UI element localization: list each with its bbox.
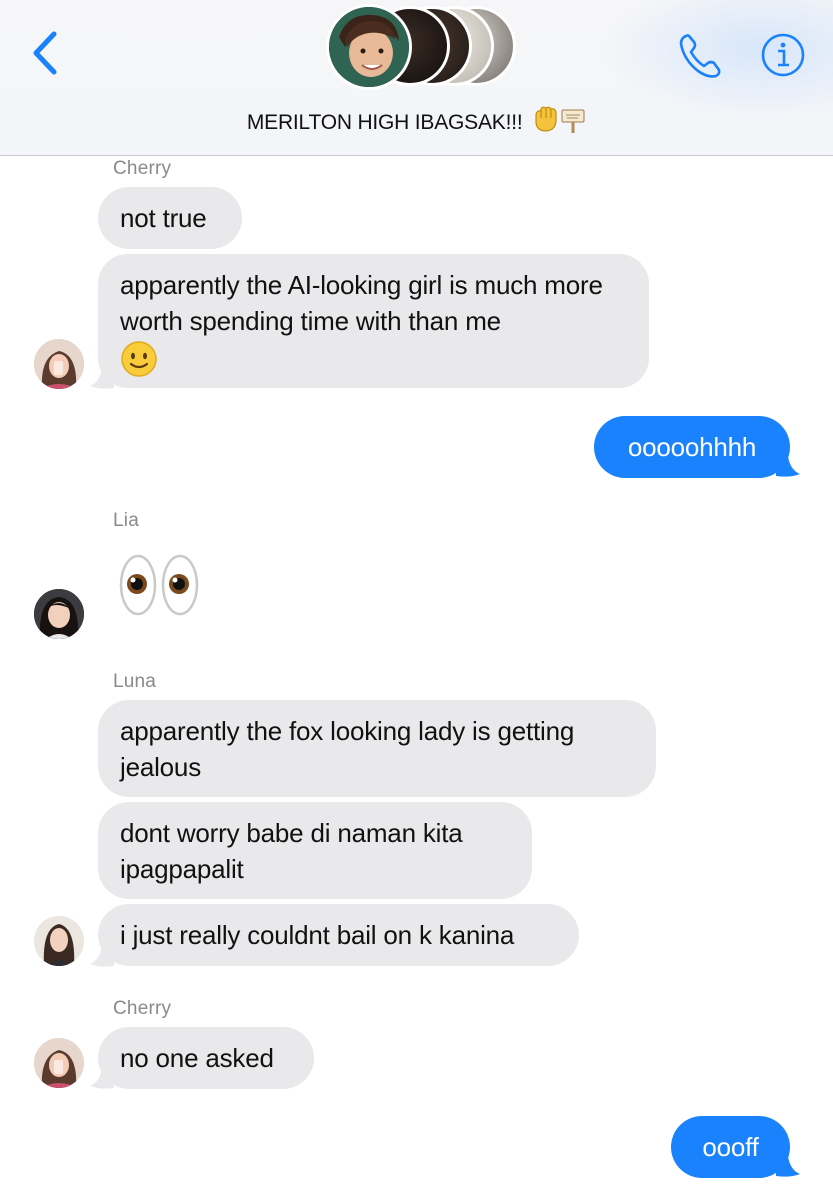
avatar-photo-icon <box>34 339 84 389</box>
group-avatar-stack[interactable] <box>326 4 516 92</box>
cherry-avatar[interactable] <box>34 339 84 389</box>
back-button[interactable] <box>28 28 68 78</box>
message-text: oooff <box>702 1132 759 1162</box>
member-photo-icon <box>329 7 409 87</box>
message-bubble[interactable]: i just really couldnt bail on k kanina <box>98 904 579 966</box>
bubble-tail <box>90 946 114 967</box>
message-text: apparently the AI-looking girl is much m… <box>120 270 603 336</box>
bubble-tail <box>90 1068 114 1089</box>
eyes-icon[interactable] <box>118 552 202 618</box>
message-bubble[interactable]: no one asked <box>98 1027 314 1089</box>
message-bubble[interactable]: apparently the AI-looking girl is much m… <box>98 254 649 388</box>
message-bubble[interactable]: not true <box>98 187 242 249</box>
message-text: apparently the fox looking lady is getti… <box>120 716 575 782</box>
info-icon <box>761 33 805 77</box>
group-title[interactable]: MERILTON HIGH IBAGSAK!!! <box>0 106 833 135</box>
group-member-avatar <box>326 4 412 90</box>
bubble-tail <box>90 368 114 389</box>
message-bubble-outgoing[interactable]: ooooohhhh <box>594 416 790 478</box>
message-bubble[interactable]: apparently the fox looking lady is getti… <box>98 700 656 797</box>
message-text: not true <box>120 203 207 233</box>
sender-name: Lia <box>113 510 139 531</box>
phone-icon <box>679 34 721 78</box>
fist-and-sign-icon <box>532 106 586 134</box>
sender-name: Cherry <box>113 158 172 179</box>
avatar-photo-icon <box>34 589 84 639</box>
message-bubble[interactable]: dont worry babe di naman kita ipagpapali… <box>98 802 532 899</box>
back-chevron-icon <box>33 31 57 75</box>
call-button[interactable] <box>676 32 726 80</box>
slightly-smiling-face-icon <box>121 341 157 377</box>
luna-avatar[interactable] <box>34 916 84 966</box>
message-text: i just really couldnt bail on k kanina <box>120 920 515 950</box>
bubble-tail <box>776 456 800 477</box>
sender-name: Luna <box>113 671 157 692</box>
cherry-avatar[interactable] <box>34 1038 84 1088</box>
conversation-header: MERILTON HIGH IBAGSAK!!! <box>0 0 833 156</box>
message-text: dont worry babe di naman kita ipagpapali… <box>120 818 463 884</box>
lia-avatar[interactable] <box>34 589 84 639</box>
avatar-photo-icon <box>34 916 84 966</box>
message-text: no one asked <box>120 1043 274 1073</box>
group-title-text: MERILTON HIGH IBAGSAK!!! <box>246 111 523 134</box>
bubble-tail <box>776 1156 800 1177</box>
message-text: ooooohhhh <box>627 432 757 462</box>
sender-name: Cherry <box>113 998 172 1019</box>
avatar-photo-icon <box>34 1038 84 1088</box>
message-bubble-outgoing[interactable]: oooff <box>671 1116 790 1178</box>
info-button[interactable] <box>760 32 806 78</box>
